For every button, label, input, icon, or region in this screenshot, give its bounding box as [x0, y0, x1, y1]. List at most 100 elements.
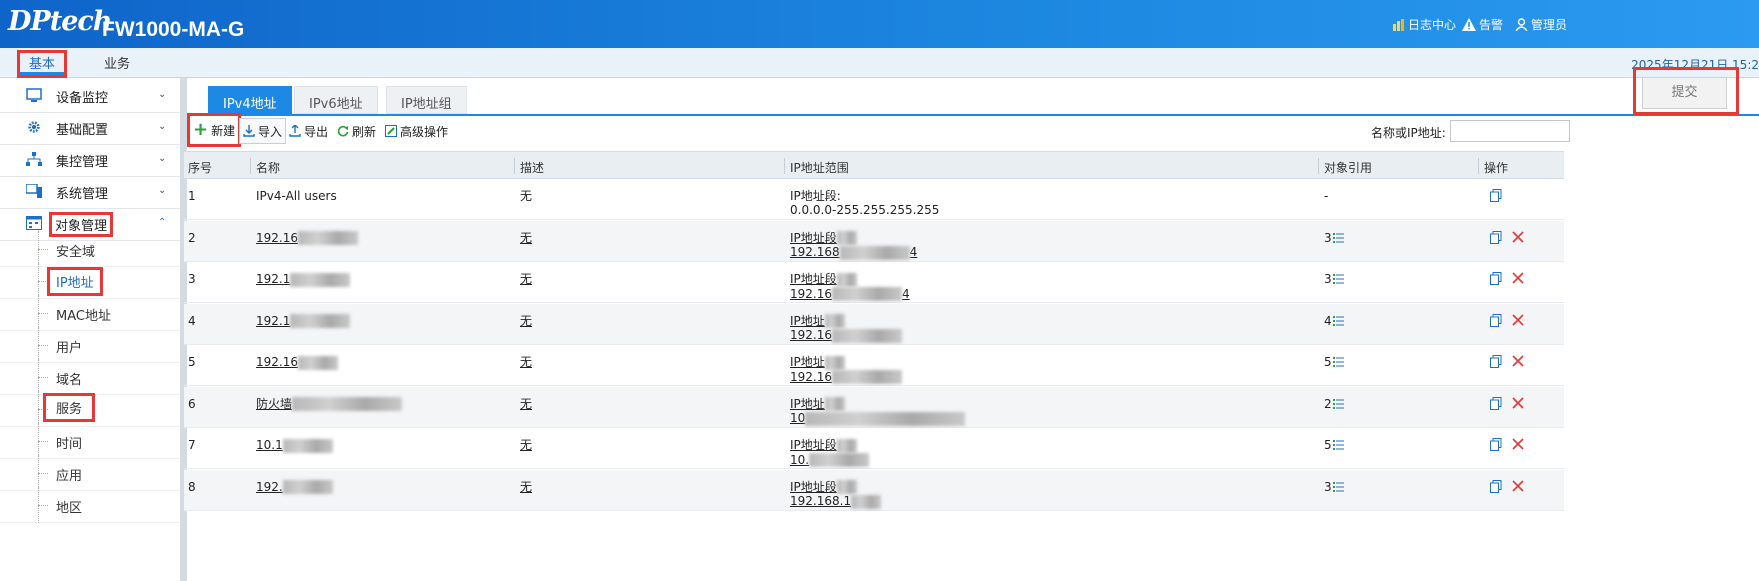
row-name[interactable]: 192.1: [256, 272, 351, 287]
sidebar-item-application[interactable]: 应用: [0, 455, 182, 491]
sidebar-item-domain[interactable]: 域名: [0, 359, 182, 395]
admin-link[interactable]: 管理员: [1515, 16, 1567, 33]
import-button[interactable]: 导入: [239, 118, 287, 144]
copy-icon[interactable]: [1490, 230, 1502, 244]
tab-ipv6-address[interactable]: IPv6地址: [294, 86, 378, 114]
sidebar-item-time[interactable]: 时间: [0, 423, 182, 459]
table-row[interactable]: 2 192.16 无 IP地址段 192.168 4 3: [184, 220, 1564, 262]
list-icon[interactable]: [1332, 274, 1344, 284]
list-icon[interactable]: [1332, 232, 1344, 243]
row-name[interactable]: 10.1: [256, 438, 333, 453]
masked-region: [839, 245, 910, 260]
list-icon[interactable]: [1332, 398, 1344, 409]
sidebar-group-system[interactable]: 系统管理 ⌄: [0, 174, 182, 209]
delete-icon[interactable]: [1512, 230, 1524, 243]
copy-icon[interactable]: [1490, 189, 1502, 202]
reference-count: 3: [1324, 272, 1332, 286]
sidebar-item-service[interactable]: 服务: [0, 391, 182, 427]
copy-icon[interactable]: [1490, 438, 1502, 451]
new-button[interactable]: + 新建: [186, 113, 242, 147]
row-reference: -: [1324, 189, 1328, 203]
tab-ipv4-address[interactable]: IPv4地址: [208, 86, 292, 114]
search-input[interactable]: [1450, 120, 1570, 142]
alarm-label: 告警: [1479, 18, 1504, 32]
row-reference: 5: [1324, 355, 1344, 369]
sidebar-item-ip-address[interactable]: IP地址: [0, 263, 182, 299]
row-name[interactable]: 192.1: [256, 314, 351, 328]
masked-region: [836, 438, 857, 453]
copy-icon[interactable]: [1490, 272, 1502, 285]
table-row[interactable]: 5 192.16 无 IP地址 192.16 5: [184, 345, 1564, 386]
advanced-operation-button[interactable]: 高级操作: [382, 118, 451, 144]
row-name-text: 192.16: [256, 355, 298, 369]
delete-icon[interactable]: [1512, 479, 1524, 492]
sidebar-group-central-control[interactable]: 集控管理 ⌄: [0, 142, 182, 177]
table-row[interactable]: 1 IPv4-All users 无 IP地址段: 0.0.0.0-255.255.25…: [184, 179, 1564, 220]
sidebar-item-security-zone[interactable]: 安全域: [0, 231, 182, 267]
copy-icon[interactable]: [1490, 479, 1502, 493]
chevron-down-icon: ⌄: [158, 185, 167, 196]
row-actions: [1490, 189, 1502, 202]
log-center-link[interactable]: 日志中心: [1393, 16, 1456, 33]
export-button[interactable]: 导出: [286, 118, 331, 144]
submit-button[interactable]: 提交: [1642, 77, 1727, 109]
copy-icon[interactable]: [1490, 396, 1502, 410]
row-name[interactable]: 192.16: [256, 231, 358, 245]
sidebar-group-device-monitor[interactable]: 设备监控 ⌄: [0, 78, 182, 113]
list-icon[interactable]: [1332, 481, 1344, 492]
chevron-down-icon: ⌄: [158, 89, 167, 100]
column-header-name[interactable]: 名称: [256, 159, 280, 176]
row-ip-range[interactable]: IP地址 10: [790, 396, 966, 426]
range-type: IP地址: [790, 396, 825, 411]
row-description: 无: [520, 355, 533, 369]
advanced-icon: [385, 125, 397, 137]
masked-region: [824, 314, 845, 328]
network-icon: [26, 152, 42, 166]
copy-icon[interactable]: [1490, 313, 1502, 327]
row-name[interactable]: 防火墙: [256, 397, 403, 411]
delete-icon[interactable]: [1512, 438, 1524, 450]
sidebar-item-mac-address[interactable]: MAC地址: [0, 295, 182, 331]
row-ip-range[interactable]: IP地址段 192.168 4: [790, 231, 917, 260]
alarm-link[interactable]: 告警: [1462, 16, 1503, 33]
row-name[interactable]: 192.16: [256, 355, 338, 370]
column-header-ip-range[interactable]: IP地址范围: [790, 159, 849, 176]
refresh-button[interactable]: 刷新: [334, 118, 379, 144]
sidebar-item-user[interactable]: 用户: [0, 327, 182, 363]
row-name[interactable]: 192.: [256, 480, 333, 494]
column-header-reference[interactable]: 对象引用: [1324, 159, 1372, 176]
table-row[interactable]: 6 防火墙 无 IP地址 10 2: [184, 386, 1564, 428]
row-ip-range[interactable]: IP地址段 192.16 4: [790, 272, 910, 301]
table-row[interactable]: 7 10.1 无 IP地址段 10. 5: [184, 428, 1564, 469]
delete-icon[interactable]: [1512, 313, 1524, 326]
row-ip-range[interactable]: IP地址 192.16: [790, 314, 902, 343]
chevron-up-icon: ⌃: [158, 217, 167, 228]
delete-icon[interactable]: [1512, 355, 1524, 367]
table-row[interactable]: 4 192.1 无 IP地址 192.16 4: [184, 303, 1564, 345]
sidebar-group-basic-config[interactable]: 基础配置 ⌄: [0, 110, 182, 145]
plus-icon: +: [193, 119, 209, 140]
row-ip-range[interactable]: IP地址段 10.: [790, 438, 870, 467]
row-description: 无: [520, 396, 533, 411]
row-name-text: 10.1: [256, 438, 283, 452]
bar-chart-icon: [1393, 18, 1404, 31]
row-ip-range[interactable]: IP地址段 192.168.1: [790, 480, 882, 509]
table-row[interactable]: 3 192.1 无 IP地址段 192.16 4 3: [184, 262, 1564, 303]
masked-region: [282, 480, 333, 494]
list-icon[interactable]: [1332, 440, 1344, 450]
copy-icon[interactable]: [1490, 355, 1502, 368]
list-icon[interactable]: [1332, 315, 1344, 326]
sidebar-group-label: 设备监控: [56, 91, 109, 106]
delete-icon[interactable]: [1512, 396, 1524, 409]
table-row[interactable]: 8 192. 无 IP地址段 192.168.1 3: [184, 469, 1564, 511]
row-ip-range[interactable]: IP地址 192.16: [790, 355, 902, 384]
sidebar-item-label: 时间: [56, 437, 83, 452]
column-header-description[interactable]: 描述: [520, 159, 544, 176]
delete-icon[interactable]: [1512, 272, 1524, 284]
list-icon[interactable]: [1332, 357, 1344, 367]
menu-tab-business[interactable]: 业务: [98, 53, 136, 72]
tab-ip-address-group[interactable]: IP地址组: [386, 86, 467, 114]
main-content: IPv4地址 IPv6地址 IP地址组 提交 + 新建 导入 导出 刷新 高级操…: [184, 67, 1759, 581]
menu-tab-basic[interactable]: 基本: [16, 50, 68, 78]
sidebar-item-region[interactable]: 地区: [0, 487, 182, 523]
